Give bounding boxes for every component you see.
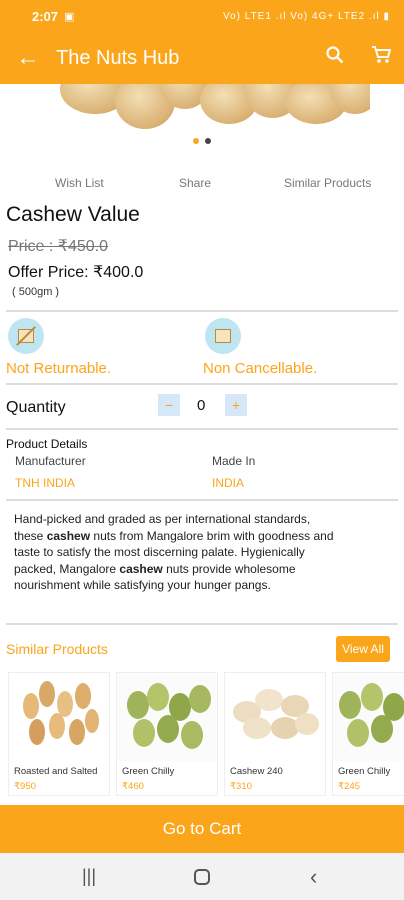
product-card[interactable]: Cashew 240 ₹310	[224, 672, 326, 796]
non-cancellable-label: Non Cancellable.	[203, 360, 318, 377]
pager-dot[interactable]	[205, 138, 211, 144]
description-line: these cashew nuts from Mangalore brim wi…	[14, 528, 334, 543]
no-cancel-icon	[205, 318, 241, 354]
gallery-icon: ▣	[64, 10, 75, 23]
product-thumbnail	[117, 673, 217, 761]
product-card-price: ₹460	[122, 781, 144, 792]
product-card[interactable]: Green Chilly ₹245	[332, 672, 404, 796]
share-link[interactable]: Share	[179, 176, 211, 190]
product-card[interactable]: Roasted and Salted ₹950	[8, 672, 110, 796]
similar-products-title: Similar Products	[6, 641, 108, 657]
made-in-info: Made In INDIA	[212, 454, 255, 490]
quantity-increase-button[interactable]: +	[225, 394, 247, 416]
status-time: 2:07	[32, 8, 59, 24]
app-title: The Nuts Hub	[56, 46, 180, 69]
product-thumbnail	[9, 673, 109, 761]
divider	[6, 310, 398, 312]
original-price: Price : ₹450.0	[8, 238, 109, 255]
no-return-icon	[8, 318, 44, 354]
quantity-decrease-button[interactable]: −	[158, 394, 180, 416]
status-icons: Vo) LTE1 .ıl Vo) 4G+ LTE2 .ıl ▮	[222, 10, 390, 22]
app-bar: ← The Nuts Hub	[0, 32, 404, 84]
manufacturer-label: Manufacturer	[15, 454, 86, 468]
product-card-price: ₹950	[14, 781, 36, 792]
manufacturer-info: Manufacturer TNH INDIA	[15, 454, 86, 490]
product-thumbnail	[225, 673, 325, 761]
similar-products-link[interactable]: Similar Products	[284, 176, 371, 190]
home-icon[interactable]	[194, 868, 210, 885]
status-bar: 2:07 ▣ Vo) LTE1 .ıl Vo) 4G+ LTE2 .ıl ▮	[0, 0, 404, 32]
description-line: nourishment while satisfying your hunger…	[14, 578, 271, 592]
product-card-price: ₹245	[338, 781, 360, 792]
product-card-name: Cashew 240	[230, 766, 283, 777]
go-to-cart-button[interactable]: Go to Cart	[0, 805, 404, 853]
wish-list-link[interactable]: Wish List	[55, 176, 104, 190]
recent-apps-icon[interactable]: |||	[82, 866, 96, 887]
manufacturer-value: TNH INDIA	[15, 476, 75, 490]
description-line: packed, Mangalore cashew nuts provide wh…	[14, 561, 296, 576]
product-name: Cashew Value	[6, 203, 140, 226]
made-in-label: Made In	[212, 454, 256, 468]
not-returnable-badge: Not Returnable.	[6, 318, 111, 377]
divider	[6, 499, 398, 501]
product-details-title: Product Details	[6, 437, 88, 451]
quantity-label: Quantity	[6, 399, 66, 416]
offer-price: Offer Price: ₹400.0	[8, 264, 144, 281]
product-description: Hand-picked and graded as per internatio…	[14, 511, 394, 594]
product-card[interactable]: Green Chilly ₹460	[116, 672, 218, 796]
back-arrow-icon[interactable]: ←	[0, 44, 56, 72]
image-pager[interactable]	[0, 138, 404, 144]
product-image[interactable]	[40, 84, 370, 134]
product-card-price: ₹310	[230, 781, 252, 792]
not-returnable-label: Not Returnable.	[6, 360, 112, 377]
similar-products-carousel[interactable]: Roasted and Salted ₹950 Green Chilly ₹46…	[8, 672, 404, 798]
product-thumbnail	[333, 673, 404, 761]
made-in-value: INDIA	[212, 476, 245, 490]
non-cancellable-badge: Non Cancellable.	[203, 318, 317, 377]
product-weight: ( 500gm )	[12, 286, 60, 298]
system-nav-bar: ||| ‹	[0, 853, 404, 900]
product-card-name: Green Chilly	[338, 766, 391, 777]
pager-dot[interactable]	[193, 138, 199, 144]
description-line: Hand-picked and graded as per internatio…	[14, 512, 311, 526]
nav-back-icon[interactable]: ‹	[310, 864, 317, 890]
divider	[6, 383, 398, 385]
divider	[6, 623, 398, 625]
view-all-button[interactable]: View All	[336, 636, 390, 662]
description-line: taste to satisfy the most discerning pal…	[14, 545, 305, 559]
quantity-value: 0	[197, 397, 206, 414]
product-card-name: Roasted and Salted	[14, 766, 98, 777]
search-icon[interactable]	[312, 46, 358, 70]
divider	[6, 428, 398, 430]
product-card-name: Green Chilly	[122, 766, 175, 777]
cart-icon[interactable]	[358, 45, 404, 71]
